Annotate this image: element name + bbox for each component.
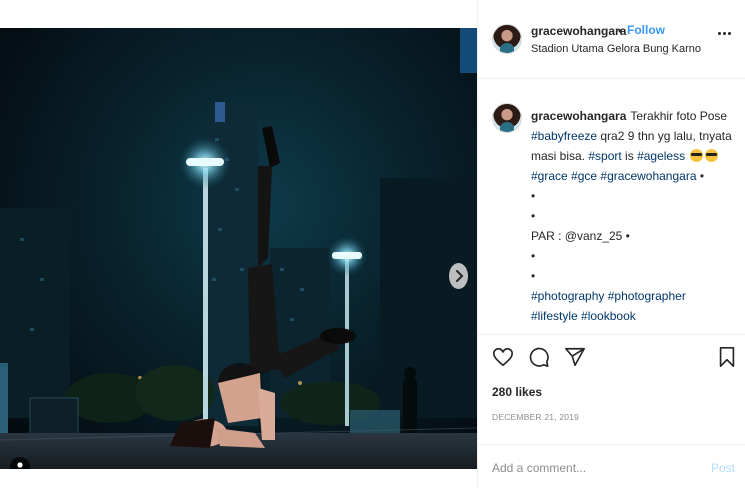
more-options-icon[interactable] [718, 32, 731, 35]
hashtag-link[interactable]: #gce [571, 169, 597, 183]
post-sidebar: gracewohangara • Follow Stadion Utama Ge… [477, 0, 745, 489]
heart-icon[interactable] [492, 346, 514, 368]
post-header: gracewohangara • Follow Stadion Utama Ge… [478, 0, 745, 79]
avatar[interactable] [492, 24, 522, 54]
caption-text: is [621, 149, 638, 163]
share-icon[interactable] [564, 346, 586, 368]
hashtag-link[interactable]: #gracewohangara [600, 169, 696, 183]
comment-input[interactable] [492, 459, 692, 477]
next-image-button[interactable] [449, 263, 468, 289]
hashtag-link[interactable]: #lookbook [581, 309, 636, 323]
caption-bullet: • [531, 269, 536, 283]
caption-text: qra2 9 thn yg lalu, tnyata [597, 129, 732, 143]
hashtag-link[interactable]: #photography [531, 289, 604, 303]
caption-text: masi bisa. [531, 149, 589, 163]
follow-button[interactable]: Follow [627, 23, 665, 37]
avatar[interactable] [492, 103, 522, 133]
add-comment-bar: Post [478, 444, 745, 490]
caption-bullet: • [531, 209, 536, 223]
sunglasses-emoji-icon [705, 149, 719, 162]
location-link[interactable]: Stadion Utama Gelora Bung Karno [531, 43, 701, 55]
caption-bullet: • [531, 189, 536, 203]
caption-bullet: • [531, 249, 536, 263]
username-link[interactable]: gracewohangara [531, 24, 626, 38]
hashtag-link[interactable]: #sport [588, 149, 621, 163]
bookmark-icon[interactable] [716, 346, 738, 368]
comment-icon[interactable] [528, 346, 550, 368]
likes-count[interactable]: 280 likes [492, 385, 542, 399]
separator-dot: • [618, 24, 623, 38]
caption-credit: PAR : @vanz_25 • [531, 229, 630, 243]
caption-username[interactable]: gracewohangara [531, 109, 626, 123]
hashtag-link[interactable]: #babyfreeze [531, 129, 597, 143]
post-actions [492, 346, 586, 368]
caption-bullet: • [699, 169, 705, 183]
hashtag-link[interactable]: #grace [531, 169, 568, 183]
post-date: DECEMBER 21, 2019 [492, 412, 580, 422]
post-comment-button[interactable]: Post [711, 461, 735, 475]
user-tag-icon [17, 462, 23, 468]
comments-section: gracewohangara Terakhir foto Pose #babyfr… [478, 79, 745, 335]
post-photo[interactable] [0, 28, 477, 469]
hashtag-link[interactable]: #ageless [637, 149, 685, 163]
chevron-right-icon [455, 270, 463, 282]
hashtag-link[interactable]: #lifestyle [531, 309, 578, 323]
night-scene-image [0, 28, 477, 469]
caption-text: Terakhir foto Pose [630, 109, 728, 123]
hashtag-link[interactable]: #photographer [608, 289, 686, 303]
post-caption: gracewohangara Terakhir foto Pose #babyfr… [531, 106, 736, 326]
sunglasses-emoji-icon [690, 149, 704, 162]
